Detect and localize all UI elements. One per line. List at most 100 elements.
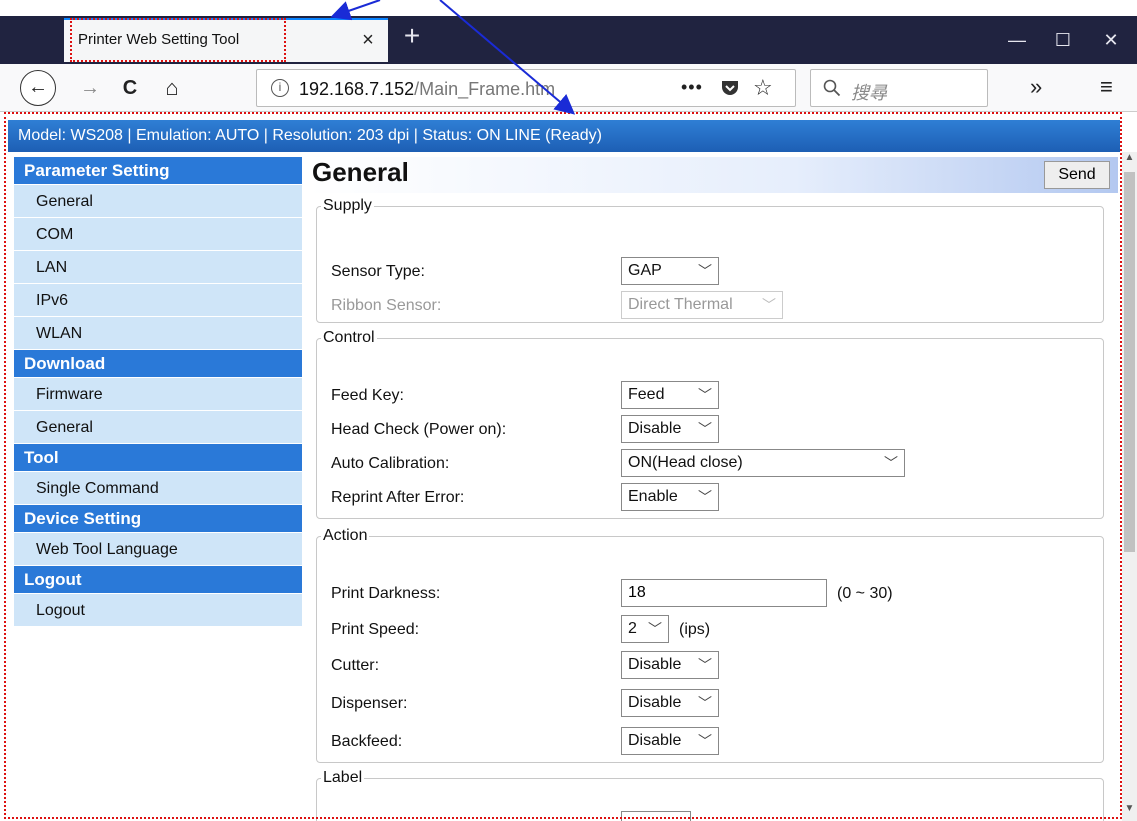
feed-key-select[interactable]: Feed ﹀ <box>621 381 719 409</box>
print-speed-row: Print Speed: 2 ﹀ (ips) <box>331 615 931 647</box>
vertical-scrollbar[interactable]: ▲ ▼ <box>1122 152 1137 821</box>
reprint-select[interactable]: Enable ﹀ <box>621 483 719 511</box>
print-speed-value: 2 <box>628 620 637 637</box>
ribbon-sensor-select: Direct Thermal ﹀ <box>621 291 783 319</box>
control-legend: Control <box>323 329 375 346</box>
head-check-value: Disable <box>628 420 682 437</box>
send-button[interactable]: Send <box>1044 161 1110 189</box>
sidebar-item-single-command[interactable]: Single Command <box>14 472 302 505</box>
bookmark-star-icon[interactable]: ☆ <box>753 75 773 101</box>
new-tab-icon[interactable]: + <box>400 22 424 50</box>
page-title: General <box>312 157 409 187</box>
maximize-icon[interactable]: ☐ <box>1040 26 1086 56</box>
scroll-down-icon[interactable]: ▼ <box>1122 803 1137 821</box>
dispenser-value: Disable <box>628 694 682 711</box>
label-fieldset: Label <box>316 769 1104 821</box>
action-legend: Action <box>323 527 368 544</box>
main-content: General Send Supply Sensor Type: GAP ﹀ R… <box>308 157 1123 821</box>
ribbon-sensor-value: Direct Thermal <box>628 296 733 313</box>
printer-status-bar: Model: WS208 | Emulation: AUTO | Resolut… <box>8 120 1120 152</box>
cutter-label: Cutter: <box>331 657 380 674</box>
pocket-icon[interactable] <box>720 78 740 98</box>
sidebar-item-wlan[interactable]: WLAN <box>14 317 302 350</box>
back-icon[interactable]: ← <box>20 70 56 106</box>
sensor-type-value: GAP <box>628 262 662 279</box>
print-darkness-value: 18 <box>628 584 646 601</box>
chevron-down-icon: ﹀ <box>698 263 712 279</box>
screenshot-root: Printer Web Setting Tool × + — ☐ ✕ ← → C… <box>0 0 1137 821</box>
supply-fieldset: Supply Sensor Type: GAP ﹀ Ribbon Sensor:… <box>316 197 1104 323</box>
browser-title-bar: Printer Web Setting Tool × + — ☐ ✕ <box>0 16 1137 64</box>
chevron-down-icon: ﹀ <box>698 387 712 403</box>
search-bar[interactable]: 搜尋 <box>810 69 988 107</box>
print-darkness-input[interactable]: 18 <box>621 579 827 607</box>
chevron-down-icon: ﹀ <box>698 733 712 749</box>
sidebar-item-firmware[interactable]: Firmware <box>14 378 302 411</box>
chevron-down-icon: ﹀ <box>698 695 712 711</box>
auto-calibration-label: Auto Calibration: <box>331 455 450 472</box>
print-speed-unit: (ips) <box>679 621 711 638</box>
dispenser-select[interactable]: Disable ﹀ <box>621 689 719 717</box>
sidebar-header-device-setting[interactable]: Device Setting <box>14 505 302 533</box>
label-field-partial[interactable] <box>621 811 691 821</box>
reprint-label: Reprint After Error: <box>331 489 465 506</box>
chevron-down-icon: ﹀ <box>698 421 712 437</box>
tab-title: Printer Web Setting Tool <box>78 31 240 48</box>
reprint-value: Enable <box>628 488 678 505</box>
url-host: 192.168.7.152 <box>299 79 415 99</box>
auto-calibration-value: ON(Head close) <box>628 454 743 471</box>
feed-key-label: Feed Key: <box>331 387 404 404</box>
sidebar-item-com[interactable]: COM <box>14 218 302 251</box>
cutter-select[interactable]: Disable ﹀ <box>621 651 719 679</box>
print-speed-select[interactable]: 2 ﹀ <box>621 615 669 643</box>
head-check-select[interactable]: Disable ﹀ <box>621 415 719 443</box>
scroll-thumb[interactable] <box>1124 172 1135 552</box>
sidebar-item-ipv6[interactable]: IPv6 <box>14 284 302 317</box>
menu-icon[interactable]: ≡ <box>1100 74 1113 100</box>
page-actions-icon[interactable]: ••• <box>681 77 703 98</box>
auto-calibration-select[interactable]: ON(Head close) ﹀ <box>621 449 905 477</box>
minimize-icon[interactable]: — <box>994 26 1040 56</box>
sidebar-item-web-tool-language[interactable]: Web Tool Language <box>14 533 302 566</box>
tab-close-icon[interactable]: × <box>356 29 380 52</box>
sidebar-header-tool[interactable]: Tool <box>14 444 302 472</box>
control-fieldset: Control Feed Key: Feed ﹀ Head Check (Pow… <box>316 329 1104 519</box>
feed-key-value: Feed <box>628 386 665 403</box>
scroll-up-icon[interactable]: ▲ <box>1122 152 1137 170</box>
url-path: /Main_Frame.htm <box>414 79 556 99</box>
browser-nav-bar: ← → C ⌂ i 192.168.7.152/Main_Frame.htm •… <box>0 64 1137 112</box>
overflow-icon[interactable]: » <box>1030 74 1042 100</box>
url-bar[interactable]: i 192.168.7.152/Main_Frame.htm ••• ☆ <box>256 69 796 107</box>
forward-icon[interactable]: → <box>76 74 104 102</box>
url-text[interactable]: 192.168.7.152/Main_Frame.htm <box>299 79 555 100</box>
reload-icon[interactable]: C <box>116 74 144 102</box>
sidebar-header-parameter-setting[interactable]: Parameter Setting <box>14 157 302 185</box>
close-window-icon[interactable]: ✕ <box>1088 26 1134 56</box>
backfeed-select[interactable]: Disable ﹀ <box>621 727 719 755</box>
ribbon-sensor-label: Ribbon Sensor: <box>331 297 442 314</box>
chevron-down-icon: ﹀ <box>884 455 898 471</box>
sensor-type-select[interactable]: GAP ﹀ <box>621 257 719 285</box>
sidebar-item-download-general[interactable]: General <box>14 411 302 444</box>
backfeed-value: Disable <box>628 732 682 749</box>
home-icon[interactable]: ⌂ <box>158 74 186 102</box>
info-icon[interactable]: i <box>271 79 289 97</box>
sidebar-header-download[interactable]: Download <box>14 350 302 378</box>
sidebar-item-lan[interactable]: LAN <box>14 251 302 284</box>
print-speed-label: Print Speed: <box>331 621 420 638</box>
browser-tab[interactable]: Printer Web Setting Tool × <box>64 18 388 62</box>
print-darkness-range: (0 ~ 30) <box>837 585 893 602</box>
sidebar: Parameter Setting General COM LAN IPv6 W… <box>14 157 302 627</box>
chevron-down-icon: ﹀ <box>762 297 776 313</box>
web-page: Model: WS208 | Emulation: AUTO | Resolut… <box>0 112 1137 821</box>
arrow-to-tab <box>330 0 381 21</box>
supply-legend: Supply <box>323 197 372 214</box>
print-darkness-label: Print Darkness: <box>331 585 441 602</box>
action-fieldset: Action Print Darkness: 18 (0 ~ 30) Print… <box>316 527 1104 763</box>
sidebar-header-logout[interactable]: Logout <box>14 566 302 594</box>
sidebar-item-logout[interactable]: Logout <box>14 594 302 627</box>
sidebar-item-general[interactable]: General <box>14 185 302 218</box>
print-darkness-row: Print Darkness: 18 (0 ~ 30) <box>331 579 931 611</box>
chevron-down-icon: ﹀ <box>698 489 712 505</box>
cutter-value: Disable <box>628 656 682 673</box>
